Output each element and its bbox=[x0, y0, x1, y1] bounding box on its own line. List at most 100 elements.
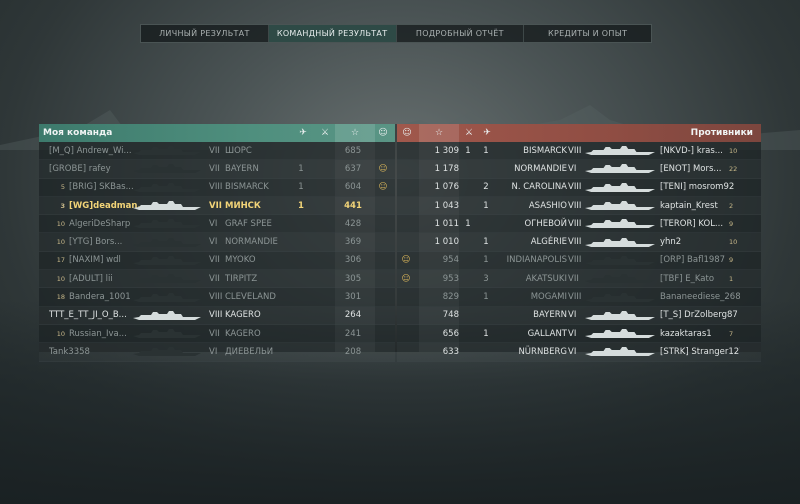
ship-tier: VIII bbox=[209, 292, 223, 303]
ship-silhouette bbox=[133, 182, 201, 192]
ship-kills-count: 1 bbox=[483, 328, 489, 339]
enemy-player-row[interactable]: 633 NÜRNBERG VI [STRK] Stranger127 bbox=[397, 343, 761, 362]
ship-silhouette bbox=[585, 329, 655, 339]
ship-kills-icon[interactable]: ⚔ bbox=[319, 127, 331, 139]
enemy-player-row[interactable]: 829 1 MOGAMI VIII Bananeediese_268 bbox=[397, 288, 761, 307]
ally-team-panel: Моя команда ✈ ⚔ ☆ ☺ [M_Q] Andrew_Wi... VI… bbox=[39, 124, 395, 362]
ship-kills-count: 1 bbox=[298, 182, 304, 193]
enemy-player-row[interactable]: 1 010 1 ALGÉRIE VIII yhn2 10 bbox=[397, 233, 761, 252]
enemy-team-list: 1 309 1 1 BISMARCK VIII [NKVD-] kras... 10 1 17… bbox=[397, 142, 761, 362]
ship-name: ОГНЕВОЙ bbox=[524, 218, 567, 229]
ally-player-row[interactable]: 10 [ADULT] lii VII TIRPITZ 305 bbox=[39, 270, 395, 289]
player-level-badge: 10 bbox=[56, 219, 65, 228]
ally-player-row[interactable]: 17 [NAXIM] wdl VII MYOKO 306 bbox=[39, 252, 395, 271]
ally-player-row[interactable]: 10 Russian_Iva... VII KAGERO 241 bbox=[39, 325, 395, 344]
enemy-player-row[interactable]: 1 309 1 1 BISMARCK VIII [NKVD-] kras... 10 bbox=[397, 142, 761, 161]
ship-tier: VI bbox=[568, 310, 577, 321]
xp-sort-icon[interactable]: ☆ bbox=[335, 124, 375, 142]
ship-silhouette bbox=[585, 182, 655, 192]
tab-personal-result[interactable]: ЛИЧНЫЙ РЕЗУЛЬТАТ bbox=[141, 25, 269, 42]
ship-name: CLEVELAND bbox=[225, 292, 276, 303]
ship-tier: VII bbox=[209, 145, 220, 156]
enemy-player-row[interactable]: 1 178 NORMANDIE VI [ENOT] Mors... 22 bbox=[397, 160, 761, 179]
plane-kills-count: 1 bbox=[465, 145, 471, 156]
ship-name: N. CAROLINA bbox=[511, 182, 567, 193]
enemy-player-row[interactable]: 953 3 AKATSUKI VII [TBF] E_Kato 1 ☺ bbox=[397, 270, 761, 289]
ally-player-row[interactable]: [GROBE] rafey VII BAYERN 1 637 ☺ bbox=[39, 160, 395, 179]
tab-detailed-report[interactable]: ПОДРОБНЫЙ ОТЧЁТ bbox=[397, 25, 525, 42]
ship-name: NORMANDIE bbox=[514, 163, 567, 174]
ship-tier: VIII bbox=[568, 255, 582, 266]
ship-name: TIRPITZ bbox=[225, 273, 258, 284]
ship-tier: VII bbox=[209, 255, 220, 266]
ship-silhouette bbox=[133, 310, 201, 320]
ship-silhouette bbox=[585, 255, 655, 265]
player-level-badge: 9 bbox=[729, 256, 734, 265]
enemy-team-header: ☺ ☆ ⚔ ✈ Противники bbox=[397, 124, 761, 142]
ship-silhouette bbox=[585, 237, 655, 247]
achievements-icon[interactable]: ☺ bbox=[377, 127, 389, 139]
ship-name: BAYERN bbox=[533, 310, 567, 321]
base-xp-value: 428 bbox=[344, 218, 362, 229]
player-name: [TENI] mosrom92 bbox=[660, 182, 735, 193]
base-xp-value: 1 043 bbox=[434, 200, 459, 211]
ship-silhouette bbox=[585, 347, 655, 357]
base-xp-value: 633 bbox=[442, 346, 459, 357]
ship-silhouette bbox=[133, 219, 201, 229]
ship-kills-count: 3 bbox=[483, 273, 489, 284]
ship-kills-count: 1 bbox=[298, 163, 304, 174]
player-level-badge: 9 bbox=[729, 219, 734, 228]
enemy-player-row[interactable]: 656 1 GALLANT VI kazaktaras1 7 bbox=[397, 325, 761, 344]
enemy-player-row[interactable]: 954 1 INDIANAPOLIS VIII [ORP] Bafl1987 9 ☺ bbox=[397, 252, 761, 271]
ship-tier: VIII bbox=[568, 218, 582, 229]
ally-player-row[interactable]: 10 [YTG] Bors... VI NORMANDIE 369 bbox=[39, 233, 395, 252]
ship-silhouette bbox=[585, 310, 655, 320]
base-xp-value: 656 bbox=[442, 328, 459, 339]
ship-silhouette bbox=[585, 146, 655, 156]
player-level-badge: 22 bbox=[729, 164, 738, 173]
ship-tier: VII bbox=[209, 328, 220, 339]
ship-silhouette bbox=[133, 274, 201, 284]
base-xp-value: 829 bbox=[442, 292, 459, 303]
ally-player-row[interactable]: 5 [BRIG] SKBas... VIII BISMARCK 1 604 ☺ bbox=[39, 179, 395, 197]
ship-tier: VI bbox=[568, 328, 577, 339]
ship-tier: VI bbox=[209, 218, 218, 229]
ship-name: NORMANDIE bbox=[225, 237, 278, 248]
enemy-player-row[interactable]: 1 043 1 ASASHIO VIII kaptain_Krest 2 bbox=[397, 197, 761, 216]
base-xp-value: 264 bbox=[344, 310, 362, 321]
ship-kills-icon[interactable]: ⚔ bbox=[463, 127, 475, 139]
ship-name: MYOKO bbox=[225, 255, 256, 266]
ally-player-row[interactable]: 10 AlgeriDeSharp VI GRAF SPEE 428 bbox=[39, 215, 395, 234]
ally-team-list: [M_Q] Andrew_Wi... VII ШОРС 685 [GROBE] rafe… bbox=[39, 142, 395, 362]
base-xp-value: 685 bbox=[344, 145, 362, 156]
ally-player-row[interactable]: Tank3358 VI ДИЕВЕЛЬЙ 208 bbox=[39, 343, 395, 362]
tab-credits-xp[interactable]: КРЕДИТЫ И ОПЫТ bbox=[524, 25, 651, 42]
enemy-player-row[interactable]: 748 BAYERN VI [T_S] DrZolberg87 bbox=[397, 307, 761, 325]
ship-name: BISMARCK bbox=[523, 145, 567, 156]
ship-silhouette bbox=[133, 201, 201, 211]
ally-player-row[interactable]: 3 [WG]deadman... VII МИНСК 1 441 bbox=[39, 197, 395, 216]
player-level-badge: 1 bbox=[729, 274, 734, 283]
xp-sort-icon[interactable]: ☆ bbox=[419, 124, 459, 142]
ship-silhouette bbox=[585, 164, 655, 174]
ship-silhouette bbox=[133, 237, 201, 247]
ship-name: BAYERN bbox=[225, 163, 259, 174]
tab-team-result[interactable]: КОМАНДНЫЙ РЕЗУЛЬТАТ bbox=[268, 25, 397, 42]
ally-player-row[interactable]: [M_Q] Andrew_Wi... VII ШОРС 685 bbox=[39, 142, 395, 161]
base-xp-value: 604 bbox=[344, 182, 362, 193]
ship-tier: VIII bbox=[568, 200, 582, 211]
base-xp-value: 1 309 bbox=[434, 145, 459, 156]
ally-player-row[interactable]: TTT_E_TT_JI_O_B... VIII KAGERO 264 bbox=[39, 307, 395, 325]
achievements-icon[interactable]: ☺ bbox=[401, 127, 413, 139]
player-name: [ENOT] Mors... bbox=[660, 163, 722, 174]
ship-kills-count: 1 bbox=[483, 200, 489, 211]
plane-kills-icon: ✈ bbox=[483, 128, 491, 138]
ship-tier: VI bbox=[209, 237, 218, 248]
base-xp-value: 441 bbox=[344, 200, 362, 211]
enemy-player-row[interactable]: 1 076 2 N. CAROLINA VIII [TENI] mosrom92 bbox=[397, 179, 761, 197]
player-name: yhn2 bbox=[660, 237, 682, 248]
player-level-badge: 17 bbox=[56, 256, 65, 265]
ally-player-row[interactable]: 18 Bandera_1001 VIII CLEVELAND 301 bbox=[39, 288, 395, 307]
ship-tier: VIII bbox=[568, 182, 582, 193]
enemy-player-row[interactable]: 1 011 1 ОГНЕВОЙ VIII [TEROR] KOL... 9 bbox=[397, 215, 761, 234]
